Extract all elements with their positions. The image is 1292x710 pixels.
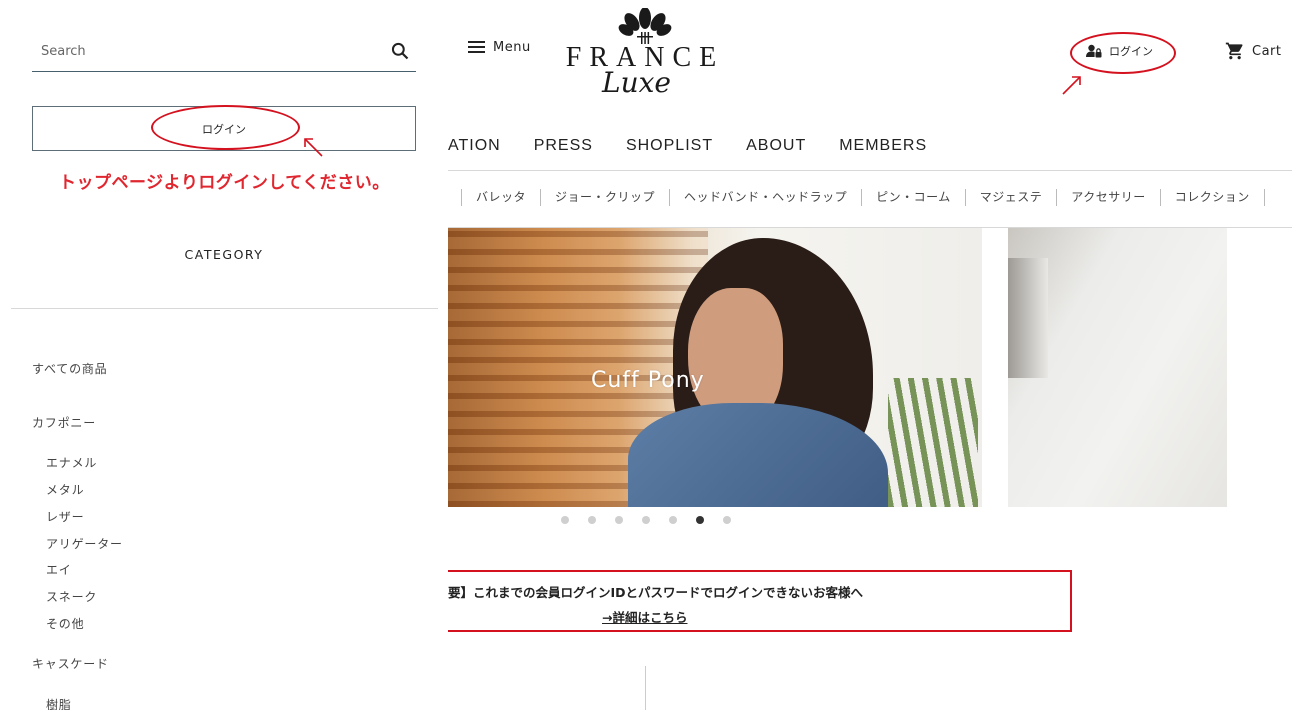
user-lock-icon <box>1086 44 1102 58</box>
category-item[interactable]: カフポニー <box>32 414 96 431</box>
subnav-item[interactable]: アクセサリー <box>1057 189 1161 206</box>
notice-text: 要】これまでの会員ログインIDとパスワードでログインできないお客様へ <box>448 585 864 600</box>
category-subitem[interactable]: スネーク <box>46 588 97 605</box>
category-subitem[interactable]: その他 <box>46 615 84 632</box>
cart-button[interactable]: Cart <box>1225 41 1282 61</box>
subnav-item[interactable]: ゴム <box>448 189 462 206</box>
subnav-item[interactable]: ピン・コーム <box>862 189 966 206</box>
gnav-item[interactable]: SHOPLIST <box>626 137 713 155</box>
header-login-button[interactable]: ログイン <box>1086 43 1153 59</box>
category-subitem[interactable]: アリゲーター <box>46 535 123 552</box>
header-login-label: ログイン <box>1109 45 1153 58</box>
carousel-dots <box>561 516 731 524</box>
side-drawer: ログイン トップページよりログインしてください。 CATEGORY すべての商品… <box>0 0 448 710</box>
category-item[interactable]: すべての商品 <box>32 360 107 377</box>
hero-plant <box>888 378 978 507</box>
search-field <box>32 38 416 72</box>
gnav-item[interactable]: MEMBERS <box>839 137 927 155</box>
category-divider <box>11 308 438 309</box>
carousel-dot[interactable] <box>561 516 569 524</box>
drawer-login-button[interactable]: ログイン <box>32 106 416 151</box>
footer-divider <box>645 666 646 710</box>
subnav-item[interactable]: コレクション <box>1161 189 1265 206</box>
category-subitem[interactable]: メタル <box>46 481 84 498</box>
menu-label: Menu <box>493 40 531 55</box>
drawer-login-label: ログイン <box>202 122 246 136</box>
category-item[interactable]: キャスケード <box>32 655 109 672</box>
main-page: Menu FRANCE Luxe ログイン Cart ATION PRESS S… <box>448 0 1292 710</box>
carousel-dot[interactable] <box>615 516 623 524</box>
carousel-dot[interactable] <box>669 516 677 524</box>
sub-nav: ゴム バレッタ ジョー・クリップ ヘッドバンド・ヘッドラップ ピン・コーム マジ… <box>448 189 1265 206</box>
cart-label: Cart <box>1252 43 1282 59</box>
search-icon[interactable] <box>390 41 410 61</box>
login-instruction: トップページよりログインしてください。 <box>59 173 390 193</box>
category-subitem[interactable]: レザー <box>46 508 84 525</box>
subnav-item[interactable]: ジョー・クリップ <box>541 189 671 206</box>
logo-script: Luxe <box>602 66 671 99</box>
gnav-item[interactable]: ATION <box>448 137 501 155</box>
global-nav: ATION PRESS SHOPLIST ABOUT MEMBERS <box>448 137 960 155</box>
gnav-item[interactable]: PRESS <box>534 137 593 155</box>
subnav-item[interactable]: バレッタ <box>462 189 542 206</box>
gnav-item[interactable]: ABOUT <box>746 137 806 155</box>
gnav-divider <box>448 170 1292 171</box>
cart-icon <box>1225 42 1243 60</box>
search-input[interactable] <box>41 44 371 59</box>
carousel-dot[interactable] <box>723 516 731 524</box>
menu-button[interactable]: Menu <box>468 40 531 55</box>
subnav-item[interactable]: マジェステ <box>966 189 1058 206</box>
menu-icon <box>468 41 485 54</box>
category-subitem[interactable]: エイ <box>46 561 72 578</box>
hero-slide-next[interactable] <box>1008 228 1227 507</box>
brand-logo[interactable]: FRANCE Luxe <box>560 8 730 104</box>
category-title: CATEGORY <box>184 247 264 262</box>
hero-caption: Cuff Pony <box>591 368 705 393</box>
arrow-annotation-icon <box>1062 76 1081 95</box>
carousel-dot[interactable] <box>642 516 650 524</box>
carousel-dot[interactable] <box>588 516 596 524</box>
notice-details-link[interactable]: →詳細はこちら <box>602 607 687 626</box>
hero-next-post <box>1008 258 1048 378</box>
notice-box: 要】これまでの会員ログインIDとパスワードでログインできないお客様へ →詳細はこ… <box>448 570 1072 632</box>
subnav-item[interactable]: ヘッドバンド・ヘッドラップ <box>670 189 863 206</box>
hero-slide[interactable] <box>448 228 982 507</box>
category-subitem[interactable]: エナメル <box>46 454 97 471</box>
carousel-dot-active[interactable] <box>696 516 704 524</box>
category-subitem[interactable]: 樹脂 <box>46 696 72 710</box>
